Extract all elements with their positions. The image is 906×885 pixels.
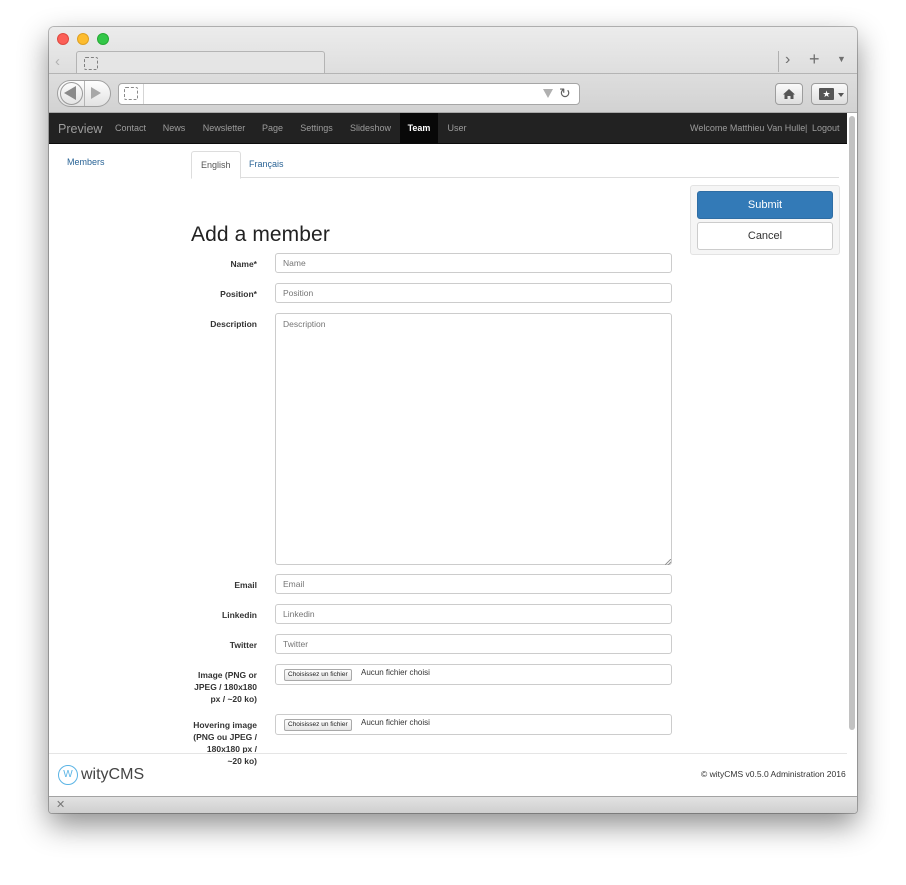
position-label: Position* bbox=[220, 289, 257, 299]
linkedin-label: Linkedin bbox=[222, 610, 257, 620]
chevron-down-icon bbox=[838, 93, 844, 97]
browser-window: ‹ › + ▼ ↻ ★ Preview Contact News Newslet… bbox=[49, 27, 857, 813]
logo-text: wityCMS bbox=[81, 766, 145, 783]
actions-panel: Submit Cancel bbox=[690, 185, 840, 255]
language-tabs: English Français bbox=[191, 151, 839, 179]
submit-button[interactable]: Submit bbox=[697, 191, 833, 219]
choose-file-button[interactable]: Choisissez un fichier bbox=[284, 669, 352, 681]
nav-item-team[interactable]: Team bbox=[400, 113, 438, 144]
choose-file-button[interactable]: Choisissez un fichier bbox=[284, 719, 352, 731]
forward-arrow-icon[interactable] bbox=[91, 87, 101, 99]
position-input[interactable] bbox=[275, 283, 672, 303]
twitter-input[interactable] bbox=[275, 634, 672, 654]
nav-item-contact[interactable]: Contact bbox=[108, 113, 153, 144]
hover-image-file-input[interactable]: Choisissez un fichier Aucun fichier choi… bbox=[275, 714, 672, 735]
page-title: Add a member bbox=[191, 223, 330, 246]
email-input[interactable] bbox=[275, 574, 672, 594]
page-viewport: Preview Contact News Newsletter Page Set… bbox=[49, 113, 857, 796]
toolbar-divider bbox=[49, 73, 857, 74]
history-buttons bbox=[57, 80, 111, 107]
image-label: Image (PNG or JPEG / 180x180 px / ~20 ko… bbox=[194, 670, 257, 704]
tab-english[interactable]: English bbox=[191, 151, 241, 179]
browser-chrome: ‹ › + ▼ ↻ ★ bbox=[49, 27, 857, 113]
site-icon bbox=[124, 87, 138, 100]
footer-divider bbox=[49, 753, 847, 754]
admin-navbar: Preview Contact News Newsletter Page Set… bbox=[49, 113, 847, 144]
hover-image-label: Hovering image (PNG ou JPEG / 180x180 px… bbox=[193, 720, 257, 766]
nav-item-slideshow[interactable]: Slideshow bbox=[342, 113, 399, 144]
tab-scroll-left-icon[interactable]: ‹ bbox=[55, 53, 60, 70]
name-input[interactable] bbox=[275, 253, 672, 273]
reload-icon[interactable]: ↻ bbox=[559, 85, 571, 102]
nav-brand[interactable]: Preview bbox=[58, 122, 102, 136]
window-zoom-button[interactable] bbox=[97, 33, 109, 45]
tab-favicon-icon bbox=[84, 57, 98, 70]
wity-logo-icon: W bbox=[58, 765, 78, 785]
window-minimize-button[interactable] bbox=[77, 33, 89, 45]
home-button[interactable] bbox=[775, 83, 803, 105]
sidebar-item-members[interactable]: Members bbox=[67, 157, 105, 167]
resize-handle-icon[interactable] bbox=[665, 559, 671, 565]
tab-menu-icon[interactable]: ▼ bbox=[837, 54, 846, 64]
close-icon[interactable]: ✕ bbox=[56, 798, 65, 811]
window-close-button[interactable] bbox=[57, 33, 69, 45]
logout-link[interactable]: Logout bbox=[812, 113, 840, 144]
back-arrow-icon bbox=[64, 86, 76, 100]
nav-item-page[interactable]: Page bbox=[255, 113, 290, 144]
nav-item-newsletter[interactable]: Newsletter bbox=[196, 113, 252, 144]
cancel-button[interactable]: Cancel bbox=[697, 222, 833, 250]
page-scrollbar[interactable] bbox=[849, 116, 855, 730]
bookmark-star-icon: ★ bbox=[819, 88, 834, 100]
browser-tab[interactable] bbox=[76, 51, 325, 74]
nav-separator: | bbox=[805, 123, 808, 133]
new-tab-icon[interactable]: + bbox=[809, 49, 820, 70]
tabbar-divider bbox=[778, 51, 779, 72]
name-label: Name* bbox=[230, 259, 257, 269]
file-status: Aucun fichier choisi bbox=[361, 718, 430, 727]
description-textarea[interactable] bbox=[275, 313, 672, 565]
tab-french[interactable]: Français bbox=[240, 151, 293, 178]
reader-icon[interactable] bbox=[543, 89, 553, 98]
welcome-text: Welcome Matthieu Van Hulle bbox=[690, 123, 806, 133]
nav-item-settings[interactable]: Settings bbox=[294, 113, 339, 144]
nav-item-news[interactable]: News bbox=[155, 113, 193, 144]
footer-copyright: © wityCMS v0.5.0 Administration 2016 bbox=[701, 769, 846, 779]
nav-item-user[interactable]: User bbox=[441, 113, 473, 144]
tab-scroll-right-icon[interactable]: › bbox=[785, 51, 790, 69]
twitter-label: Twitter bbox=[229, 640, 257, 650]
file-status: Aucun fichier choisi bbox=[361, 668, 430, 677]
home-icon bbox=[783, 89, 795, 99]
email-label: Email bbox=[234, 580, 257, 590]
address-bar[interactable]: ↻ bbox=[118, 83, 580, 105]
description-label: Description bbox=[210, 319, 257, 329]
image-file-input[interactable]: Choisissez un fichier Aucun fichier choi… bbox=[275, 664, 672, 685]
bookmarks-button[interactable]: ★ bbox=[811, 83, 848, 105]
linkedin-input[interactable] bbox=[275, 604, 672, 624]
status-bar: ✕ bbox=[49, 796, 857, 813]
